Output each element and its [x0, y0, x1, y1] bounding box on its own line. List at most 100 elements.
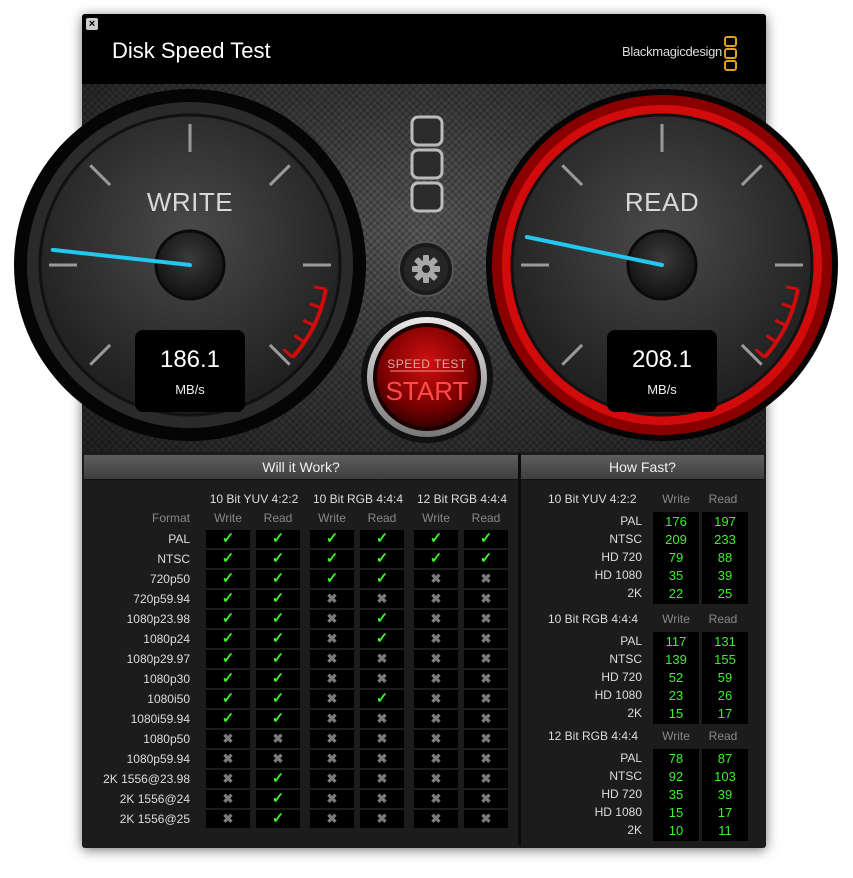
cross-glyph: ✖ [430, 631, 442, 646]
panel-divider [518, 453, 521, 845]
how-fast-format-label: NTSC [609, 652, 642, 666]
cross-glyph: ✖ [376, 711, 388, 726]
checkmark-glyph: ✓ [479, 530, 493, 547]
format-label: 720p50 [149, 572, 190, 586]
checkmark-glyph: ✓ [375, 610, 389, 627]
cross-glyph: ✖ [480, 811, 492, 826]
read-fps-value: 26 [717, 688, 733, 703]
cross-glyph: ✖ [480, 711, 492, 726]
write-fps-value: 15 [668, 706, 684, 721]
column-header: Read [708, 612, 738, 626]
cross-glyph: ✖ [430, 751, 442, 766]
cross-icon: ✖ [414, 710, 458, 728]
cross-glyph: ✖ [480, 611, 492, 626]
check-icon: ✓ [206, 570, 250, 588]
checkmark-glyph: ✓ [221, 630, 235, 647]
checkmark-glyph: ✓ [221, 670, 235, 687]
checkmark-glyph: ✓ [271, 690, 285, 707]
read-fps-value: 197 [714, 514, 736, 529]
write-fps-value: 79 [668, 550, 684, 565]
cross-icon: ✖ [310, 750, 354, 768]
cross-icon: ✖ [414, 770, 458, 788]
cross-glyph: ✖ [222, 771, 234, 786]
how-fast-format-label: HD 720 [601, 550, 642, 564]
checkmark-glyph: ✓ [271, 790, 285, 807]
read-unit: MB/s [647, 382, 677, 397]
write-fps-value: 176 [665, 514, 687, 529]
write-fps-value: 92 [668, 769, 684, 784]
checkmark-glyph: ✓ [429, 530, 443, 547]
how-fast-format-label: HD 720 [601, 670, 642, 684]
read-fps-value: 233 [714, 532, 736, 547]
write-fps-value: 35 [668, 787, 684, 802]
check-icon: ✓ [360, 570, 404, 588]
format-label: 1080p24 [143, 632, 190, 646]
check-icon: ✓ [310, 570, 354, 588]
write-label: WRITE [146, 187, 234, 217]
how-fast-group-title: 12 Bit RGB 4:4:4 [548, 729, 639, 743]
cross-glyph: ✖ [222, 731, 234, 746]
column-header: Write [662, 729, 690, 743]
check-icon: ✓ [206, 670, 250, 688]
check-icon: ✓ [256, 590, 300, 608]
cross-icon: ✖ [414, 790, 458, 808]
cross-glyph: ✖ [326, 631, 338, 646]
cross-glyph: ✖ [326, 671, 338, 686]
format-label: 1080p29.97 [126, 652, 190, 666]
cross-icon: ✖ [360, 730, 404, 748]
cross-icon: ✖ [464, 630, 508, 648]
cross-icon: ✖ [360, 810, 404, 828]
cross-icon: ✖ [464, 590, 508, 608]
start-button-label[interactable]: START [375, 376, 479, 407]
column-header: Read [367, 511, 397, 525]
check-icon: ✓ [464, 550, 508, 568]
settings-button[interactable] [398, 241, 454, 297]
cross-glyph: ✖ [480, 591, 492, 606]
write-fps-value: 35 [668, 568, 684, 583]
checkmark-glyph: ✓ [375, 550, 389, 567]
read-value: 208.1 [631, 346, 693, 373]
cross-icon: ✖ [464, 770, 508, 788]
cross-icon: ✖ [464, 650, 508, 668]
format-header: Format [151, 511, 190, 525]
check-icon: ✓ [360, 630, 404, 648]
cross-glyph: ✖ [376, 771, 388, 786]
read-fps-value: 103 [714, 769, 736, 784]
cross-glyph: ✖ [480, 651, 492, 666]
checkmark-glyph: ✓ [271, 570, 285, 587]
format-label: 1080i50 [147, 692, 190, 706]
checkmark-glyph: ✓ [429, 550, 443, 567]
checkmark-glyph: ✓ [325, 530, 339, 547]
how-fast-format-label: 2K [627, 823, 642, 837]
check-icon: ✓ [206, 690, 250, 708]
start-button-caption[interactable]: SPEED TEST [375, 357, 479, 371]
checkmark-glyph: ✓ [479, 550, 493, 567]
cross-glyph: ✖ [480, 671, 492, 686]
red-zone-tick [313, 285, 327, 291]
column-header: Read [471, 511, 501, 525]
column-header: Write [662, 612, 690, 626]
cross-icon: ✖ [414, 570, 458, 588]
check-icon: ✓ [206, 650, 250, 668]
check-icon: ✓ [256, 710, 300, 728]
checkmark-glyph: ✓ [221, 650, 235, 667]
checkmark-glyph: ✓ [221, 710, 235, 727]
column-header: Read [263, 511, 293, 525]
how-fast-format-label: PAL [620, 634, 642, 648]
check-icon: ✓ [256, 650, 300, 668]
read-fps-value: 17 [717, 706, 733, 721]
checkmark-glyph: ✓ [325, 550, 339, 567]
red-zone-tick [785, 285, 799, 291]
check-icon: ✓ [256, 670, 300, 688]
checkmark-glyph: ✓ [271, 670, 285, 687]
cross-icon: ✖ [206, 790, 250, 808]
check-icon: ✓ [256, 770, 300, 788]
cross-icon: ✖ [310, 650, 354, 668]
checkmark-glyph: ✓ [271, 590, 285, 607]
cross-glyph: ✖ [326, 731, 338, 746]
group-header: 12 Bit RGB 4:4:4 [416, 492, 508, 506]
cross-glyph: ✖ [326, 651, 338, 666]
checkmark-glyph: ✓ [375, 690, 389, 707]
check-icon: ✓ [360, 550, 404, 568]
cross-icon: ✖ [464, 810, 508, 828]
